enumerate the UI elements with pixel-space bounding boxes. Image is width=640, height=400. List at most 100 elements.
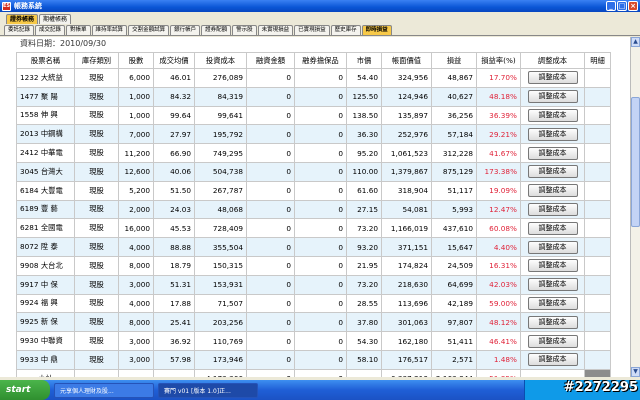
detail-cell[interactable] [584, 331, 611, 351]
table-cell: 64,699 [431, 274, 477, 295]
tab-futures-options[interactable]: 期權帳務 [39, 14, 72, 24]
tab-realtime-pnl[interactable]: 即時損益 [361, 25, 392, 35]
table-cell: 57.98 [153, 349, 195, 370]
adjust-cost-button[interactable]: 調整成本 [527, 334, 578, 348]
summary-cell [346, 368, 382, 377]
adjust-cost-button[interactable]: 調整成本 [527, 296, 578, 310]
adjust-cost-button[interactable]: 調整成本 [527, 146, 578, 160]
detail-cell[interactable] [584, 86, 611, 107]
adjust-cost-button[interactable]: 調整成本 [527, 184, 578, 198]
table-row[interactable]: 9924 福 興現股 4,000 17.88 71,507 0 0 28.55 113,696… [16, 293, 611, 314]
primary-tabs: 證券帳務 期權帳務 [0, 13, 640, 24]
table-row[interactable]: 1558 伸 興現股 1,000 99.64 99,641 0 0 138.50 135,89… [16, 105, 611, 126]
tab-bank-account[interactable]: 銀行帳戶 [170, 25, 201, 35]
scroll-up-icon[interactable]: ▲ [631, 37, 640, 47]
adjust-cost-button[interactable]: 調整成本 [527, 240, 578, 254]
detail-cell[interactable] [584, 161, 611, 182]
detail-cell[interactable] [584, 124, 611, 145]
taskbar-item-finance[interactable]: 元享個人理財及股... [54, 382, 154, 398]
column-header: 融券擔保品 [294, 52, 347, 69]
tab-trade-record[interactable]: 成交記錄 [35, 25, 66, 35]
column-header: 融資金額 [246, 52, 295, 69]
detail-cell[interactable] [584, 255, 611, 276]
tab-order-record[interactable]: 委託記錄 [4, 25, 35, 35]
table-cell: 0 [246, 143, 295, 163]
table-cell: 調整成本 [520, 68, 585, 88]
tab-settlement-calc[interactable]: 交割金額試算 [128, 25, 170, 35]
detail-cell[interactable] [584, 293, 611, 314]
tab-warning-stocks[interactable]: 警示股 [232, 25, 257, 35]
table-row[interactable]: 2013 中鋼構 現股 7,000 27.97 195,792 0 0 36.30 252,97… [16, 124, 611, 145]
close-icon[interactable]: × [628, 1, 638, 11]
table-cell: 0 [246, 349, 295, 370]
scroll-down-icon[interactable]: ▼ [631, 367, 640, 377]
detail-cell[interactable] [584, 349, 611, 370]
column-header: 損益率(%) [476, 52, 521, 69]
table-row[interactable]: 1477 聚 陽現股 1,000 84.32 84,319 0 0 125.50 124,94… [16, 86, 611, 107]
detail-cell[interactable] [584, 218, 611, 239]
table-cell: 71,507 [194, 293, 247, 314]
adjust-cost-button[interactable]: 調整成本 [527, 259, 578, 273]
detail-cell[interactable] [584, 237, 611, 257]
table-cell: 99,641 [194, 105, 247, 126]
adjust-cost-button[interactable]: 調整成本 [527, 221, 578, 235]
table-cell: 40.06 [153, 161, 195, 182]
table-cell: 150,315 [194, 255, 247, 276]
table-cell: 17.70% [476, 68, 521, 88]
table-row[interactable]: 9908 大台北 現股 8,000 18.79 150,315 0 0 21.95 174,82… [16, 255, 611, 276]
table-cell: 0 [294, 199, 347, 220]
table-cell: 調整成本 [520, 237, 585, 257]
table-cell: 73.20 [346, 274, 382, 295]
detail-cell[interactable] [584, 180, 611, 201]
adjust-cost-button[interactable]: 調整成本 [527, 127, 578, 141]
taskbar-item-simon[interactable]: 賽門 v01 [版本 1.0]正... [158, 382, 258, 398]
table-cell: 調整成本 [520, 293, 585, 314]
detail-cell[interactable] [584, 199, 611, 220]
table-row[interactable]: 6184 大豐電 現股 5,200 51.50 267,787 0 0 61.60 318,90… [16, 180, 611, 201]
adjust-cost-button[interactable]: 調整成本 [527, 202, 578, 216]
maximize-icon[interactable]: □ [617, 1, 627, 11]
adjust-cost-button[interactable]: 調整成本 [527, 278, 578, 292]
table-cell: 9908 大台北 [16, 255, 75, 276]
adjust-cost-button[interactable]: 調整成本 [527, 90, 578, 104]
detail-cell[interactable] [584, 68, 611, 88]
table-row[interactable]: 9933 中 鼎現股 3,000 57.98 173,946 0 0 58.10 176,51… [16, 349, 611, 370]
adjust-cost-button[interactable]: 調整成本 [527, 353, 578, 367]
table-cell: 0 [294, 86, 347, 107]
table-row[interactable]: 1232 大統益 現股 6,000 46.01 276,089 0 0 54.40 324,95… [16, 68, 611, 88]
vertical-scrollbar[interactable]: ▲ ▼ [630, 37, 640, 377]
table-cell: 4,000 [118, 293, 154, 314]
start-button[interactable]: start [0, 380, 50, 400]
detail-cell[interactable] [584, 274, 611, 295]
detail-cell[interactable] [584, 312, 611, 333]
table-row[interactable]: 2412 中華電 現股 11,200 66.90 749,295 0 0 95.20 1,061… [16, 143, 611, 163]
tab-history-inventory[interactable]: 歷史庫存 [330, 25, 361, 35]
table-row[interactable]: 9930 中聯資 現股 3,000 36.92 110,769 0 0 54.30 162,18… [16, 331, 611, 351]
table-cell: 0 [294, 331, 347, 351]
adjust-cost-button[interactable]: 調整成本 [527, 71, 578, 85]
adjust-cost-button[interactable]: 調整成本 [527, 108, 578, 122]
tab-statement[interactable]: 對帳單 [66, 25, 91, 35]
scroll-thumb[interactable] [631, 97, 640, 227]
tab-maintenance-calc[interactable]: 維持率試算 [91, 25, 128, 35]
table-cell: 0 [246, 124, 295, 145]
table-row[interactable]: 9917 中 保現股 3,000 51.31 153,931 0 0 73.20 218,63… [16, 274, 611, 295]
detail-cell[interactable] [584, 143, 611, 163]
adjust-cost-button[interactable]: 調整成本 [527, 315, 578, 329]
tab-securities-quota[interactable]: 證券配額 [201, 25, 232, 35]
tab-realized-pnl[interactable]: 已實現損益 [294, 25, 330, 35]
detail-cell[interactable] [584, 105, 611, 126]
table-row[interactable]: 6281 全國電 現股 16,000 45.53 728,409 0 0 73.20 1,166… [16, 218, 611, 239]
table-cell: 0 [246, 180, 295, 201]
table-row[interactable]: 9925 新 保現股 8,000 25.41 203,256 0 0 37.80 301,06… [16, 312, 611, 333]
table-row[interactable]: 6189 豐 藝現股 2,000 24.03 48,068 0 0 27.15 54,081 5… [16, 199, 611, 220]
table-row[interactable]: 3045 台灣大 現股 12,600 40.06 504,738 0 0 110.00 1,37… [16, 161, 611, 182]
tab-unrealized-pnl[interactable]: 未實現損益 [257, 25, 294, 35]
table-cell: 6189 豐 藝 [16, 199, 75, 220]
tab-securities[interactable]: 證券帳務 [6, 14, 39, 24]
table-row[interactable]: 8072 陞 泰現股 4,000 88.88 355,504 0 0 93.20 371,15… [16, 237, 611, 257]
adjust-cost-button[interactable]: 調整成本 [527, 165, 578, 179]
minimize-icon[interactable]: _ [606, 1, 616, 11]
table-cell: 0 [246, 105, 295, 126]
table-cell: 0 [294, 161, 347, 182]
